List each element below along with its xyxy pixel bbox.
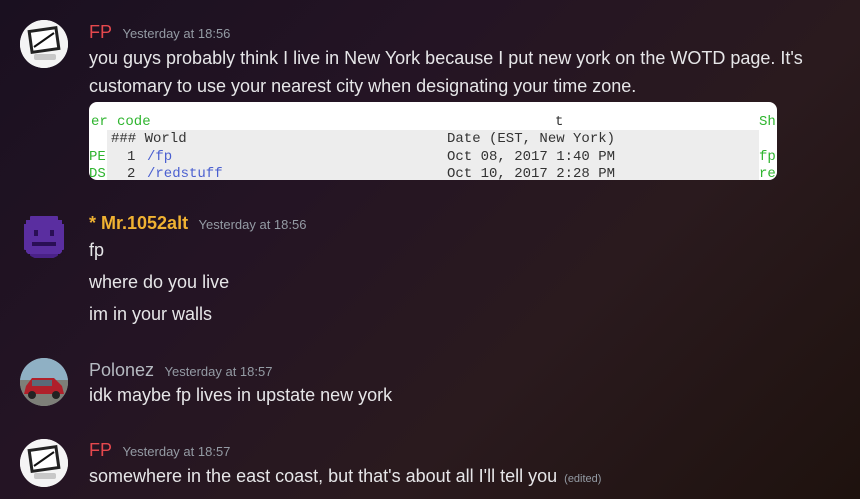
timestamp: Yesterday at 18:57 [164,364,273,379]
car-photo-icon [20,358,68,406]
message-text: fp [89,240,105,260]
embed-header-t: t [555,114,564,130]
embed-right-col: Sh [759,114,776,130]
timestamp: Yesterday at 18:56 [122,26,231,41]
avatar[interactable] [20,439,68,487]
message-text: where do you live [89,272,230,292]
username[interactable]: Polonez [89,360,154,380]
monitor-icon [20,20,68,68]
avatar[interactable] [20,20,68,68]
row-name: /redstuff [147,166,223,180]
row-name: /fp [147,149,173,165]
timestamp: Yesterday at 18:56 [198,217,307,232]
message-text-wrapper: somewhere in the east coast, but that's … [89,466,601,487]
embed-left-col: DS [89,166,106,180]
row-date: Oct 08, 2017 1:40 PM [447,149,616,165]
row-num: 2 [127,166,136,180]
avatar[interactable] [20,358,68,406]
image-attachment[interactable]: er code t Sh ### World Date (EST, New Yo… [89,102,777,180]
embed-left-col: er [91,114,108,130]
row-num: 1 [127,149,136,165]
monitor-icon [20,439,68,487]
embed-header-code: code [117,114,151,130]
table-date-head: Date (EST, New York) [447,131,616,147]
embed-left-col: PE [89,149,106,165]
username[interactable]: FP [89,22,112,42]
embed-right-col: fp [759,149,776,165]
edited-label: (edited) [564,473,602,485]
message-text: you guys probably think I live in New Yo… [89,48,803,68]
purple-smiley-icon [24,216,64,258]
username[interactable]: * Mr.1052alt [89,213,188,233]
message-text: customary to use your nearest city when … [89,76,637,96]
username[interactable]: FP [89,440,112,460]
avatar[interactable] [20,212,68,260]
table-head: ### World [111,131,187,147]
timestamp: Yesterday at 18:57 [122,444,231,459]
message-text: im in your walls [89,304,213,324]
message-text: somewhere in the east coast, but that's … [89,466,558,486]
message-text: idk maybe fp lives in upstate new york [89,385,393,405]
row-date: Oct 10, 2017 2:28 PM [447,166,616,180]
embed-right-col: re [759,166,776,180]
